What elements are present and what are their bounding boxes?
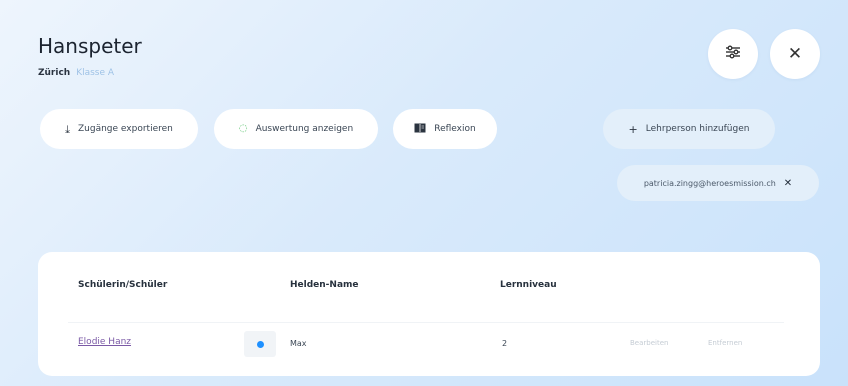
reflection-label: Reflexion (434, 124, 476, 134)
student-name-link[interactable]: Elodie Hanz (78, 337, 131, 347)
download-icon: ⤓ (65, 122, 70, 136)
sliders-icon (724, 44, 742, 64)
plus-icon: + (628, 122, 638, 136)
hero-avatar (244, 331, 276, 357)
remove-student-button[interactable]: Entfernen (708, 339, 742, 347)
edit-student-button[interactable]: Bearbeiten (630, 339, 668, 347)
add-teacher-label: Lehrperson hinzufügen (645, 124, 750, 134)
export-access-button[interactable]: ⤓ Zugänge exportieren (40, 109, 198, 149)
column-header-student: Schülerin/Schüler (78, 280, 168, 290)
class-detail-panel: Hanspeter Zürich Klasse A ✕ ⤓ Zugänge ex… (0, 0, 848, 386)
close-button[interactable]: ✕ (770, 29, 820, 79)
table-row: Elodie Hanz Max 2 Bearbeiten Entfernen (68, 322, 784, 357)
group-label: Klasse A (76, 68, 115, 78)
reflection-button[interactable]: Reflexion (393, 109, 497, 149)
close-icon: ✕ (787, 43, 803, 64)
students-table: Schülerin/Schüler Helden-Name Lernniveau… (38, 252, 820, 376)
column-header-level: Lernniveau (500, 280, 557, 290)
add-teacher-button[interactable]: + Lehrperson hinzufügen (603, 109, 775, 149)
book-icon (414, 123, 426, 135)
loading-circle-icon: ◌ (238, 123, 248, 134)
hero-name: Max (290, 339, 307, 348)
teacher-email: patricia.zingg@heroesmission.ch (643, 178, 776, 188)
learning-level: 2 (502, 339, 508, 348)
teacher-email-tag: patricia.zingg@heroesmission.ch ✕ (617, 165, 819, 201)
page-title: Hanspeter (38, 34, 142, 58)
city-label: Zürich (38, 68, 71, 78)
class-subtitle: Zürich Klasse A (38, 68, 114, 78)
column-header-hero-name: Helden-Name (290, 280, 359, 290)
show-evaluation-label: Auswertung anzeigen (255, 124, 354, 134)
settings-button[interactable] (708, 29, 758, 79)
hero-avatar-dot (256, 340, 264, 348)
export-access-label: Zugänge exportieren (78, 124, 173, 134)
remove-teacher-icon[interactable]: ✕ (784, 178, 792, 189)
show-evaluation-button[interactable]: ◌ Auswertung anzeigen (214, 109, 378, 149)
